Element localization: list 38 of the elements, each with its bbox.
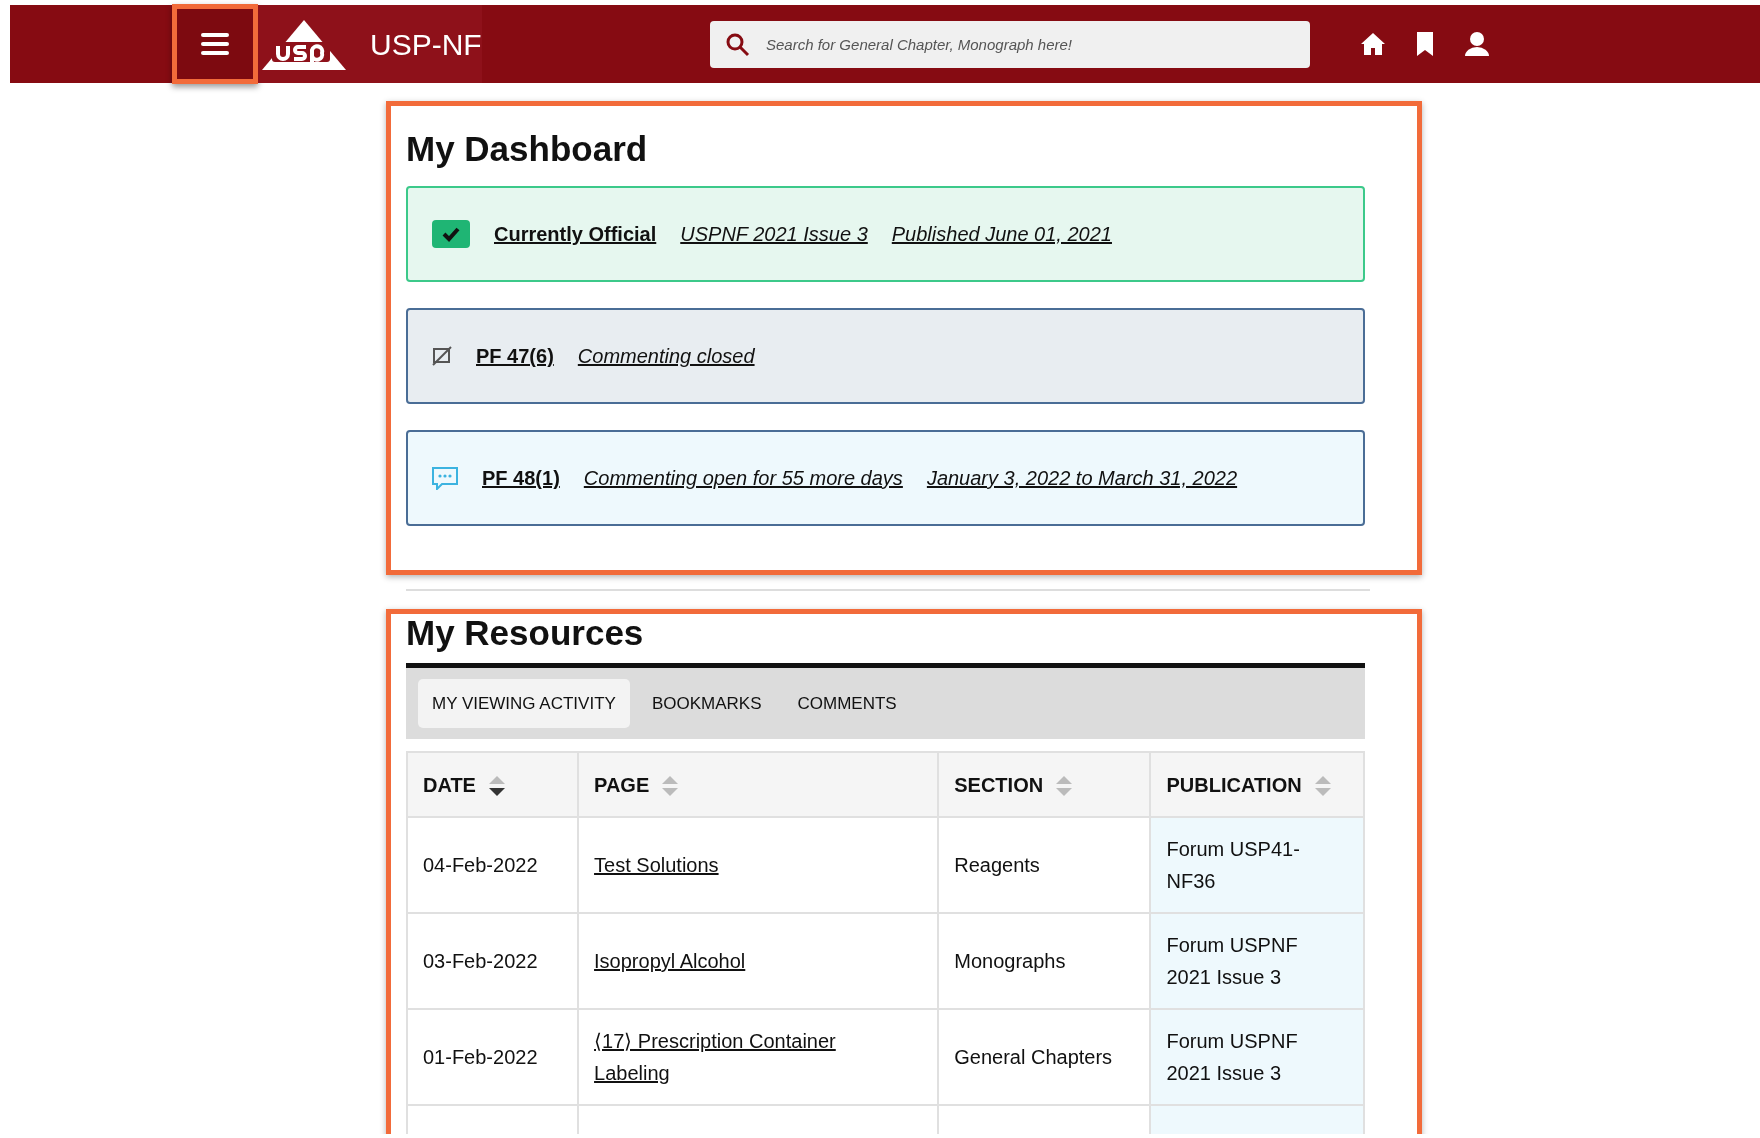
bookmark-icon[interactable] [1416, 31, 1434, 57]
home-icon[interactable] [1360, 32, 1386, 56]
status-link[interactable]: PF 48(1) [482, 463, 560, 493]
page-link[interactable]: Isopropyl Alcohol [594, 945, 746, 977]
search-field[interactable]: Search for General Chapter, Monograph here! [710, 20, 1310, 68]
table-cell: Monographs [954, 950, 1066, 972]
tab[interactable]: MY VIEWING ACTIVITY [418, 678, 630, 728]
menu-button[interactable] [172, 4, 258, 84]
detail-link[interactable]: USPNF 2021 Issue 3 [680, 219, 868, 249]
page-link[interactable]: Test Solutions [594, 849, 719, 881]
status-link[interactable]: Currently Official [494, 219, 657, 249]
table-cell: 01-Feb-2022 [423, 1046, 538, 1068]
table-cell: 03-Feb-2022 [423, 950, 538, 972]
comment-off-icon [432, 346, 452, 366]
logo-icon [262, 18, 346, 70]
status-link[interactable]: PF 47(6) [476, 341, 554, 371]
column-header[interactable]: PAGE [594, 773, 650, 796]
table-cell: Forum USP41-NF36 [1166, 838, 1300, 892]
table-cell: Forum USPNF 2021 Issue 3 [1166, 934, 1298, 988]
comment-icon [432, 466, 458, 490]
column-header[interactable]: DATE [423, 773, 476, 796]
user-icon[interactable] [1464, 31, 1490, 57]
detail-link[interactable]: Commenting closed [577, 341, 755, 371]
section-title: My Resources [406, 614, 645, 653]
tab[interactable]: BOOKMARKS [637, 678, 776, 728]
tab[interactable]: COMMENTS [783, 678, 911, 728]
column-header[interactable]: SECTION [954, 773, 1044, 796]
detail-link[interactable]: Commenting open for 55 more days [583, 463, 903, 493]
detail-link[interactable]: Published June 01, 2021 [891, 219, 1112, 249]
detail-link[interactable]: January 3, 2022 to March 31, 2022 [926, 463, 1238, 493]
table-cell: Reagents [954, 854, 1040, 876]
table-cell: 04-Feb-2022 [423, 854, 538, 876]
menu-icon [201, 32, 229, 56]
table-cell: Forum USPNF 2021 Issue 3 [1166, 1030, 1298, 1084]
check-icon [432, 220, 470, 248]
table-cell: General Chapters [954, 1046, 1113, 1068]
section-title: My Dashboard [406, 128, 649, 170]
sort-icon[interactable] [487, 775, 506, 798]
